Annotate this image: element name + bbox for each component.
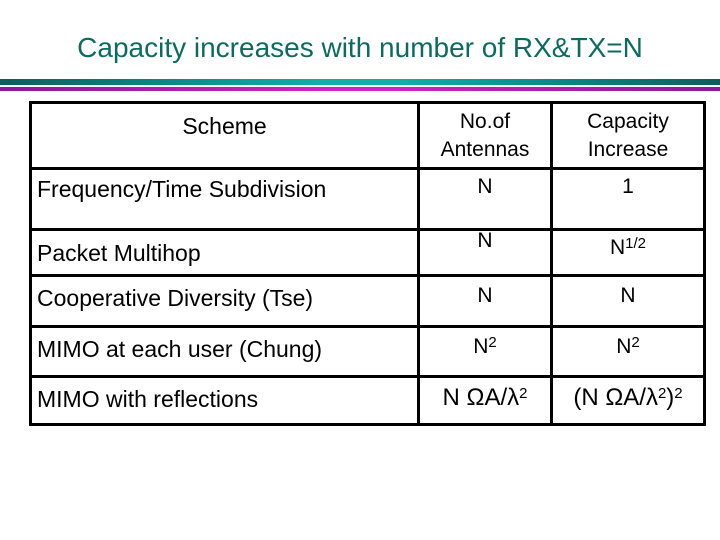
slide-title: Capacity increases with number of RX&TX=…	[77, 32, 643, 63]
capacity-exponent: 2	[631, 334, 640, 351]
table-row-scheme: MIMO at each user (Chung)	[37, 336, 323, 362]
table-row-scheme: Frequency/Time Subdivision	[37, 176, 327, 202]
table-row-antennas: N2	[420, 333, 550, 361]
table-row-scheme: Cooperative Diversity (Tse)	[37, 285, 314, 311]
table-row-antennas: N ΩA/λ2	[420, 384, 550, 412]
title-divider-magenta	[0, 87, 720, 91]
table-row-scheme: Packet Multihop	[37, 240, 201, 266]
antennas-base: N	[473, 335, 489, 358]
capacity-base: (N ΩA/λ	[573, 384, 658, 411]
table-row-capacity: N2	[553, 333, 703, 361]
capacity-base: N	[616, 335, 632, 358]
header-antennas-line2: Antennas	[440, 138, 530, 161]
header-capacity-line2: Increase	[587, 138, 669, 161]
antennas-exponent: 2	[519, 385, 528, 402]
row-divider	[32, 228, 703, 231]
row-divider	[32, 325, 703, 328]
row-divider	[32, 375, 703, 378]
table-row-antennas: N	[477, 175, 493, 198]
table-row-capacity: N1/2	[553, 234, 703, 262]
capacity-table: Scheme No.of Antennas Capacity Increase …	[29, 101, 706, 426]
header-antennas: No.of Antennas	[420, 108, 550, 164]
title-divider-teal	[0, 79, 720, 85]
header-capacity: Capacity Increase	[553, 108, 703, 164]
table-row-capacity: 1	[622, 175, 634, 198]
antennas-exponent: 2	[488, 334, 497, 351]
row-divider	[32, 274, 703, 277]
header-scheme: Scheme	[182, 113, 267, 139]
row-divider	[32, 167, 703, 170]
header-antennas-line1: No.of	[459, 110, 511, 133]
capacity-suffix-exponent: 2	[674, 385, 683, 402]
table-row-antennas: N	[477, 284, 493, 307]
table-row-antennas: N	[477, 229, 493, 252]
header-capacity-line1: Capacity	[587, 110, 669, 133]
table-row-scheme: MIMO with reflections	[37, 386, 259, 412]
capacity-exponent: 2	[657, 385, 667, 402]
antennas-base: N ΩA/λ	[442, 384, 520, 411]
table-row-capacity: N	[620, 284, 636, 307]
table-row-capacity: (N ΩA/λ2)2	[553, 384, 703, 412]
capacity-exponent: 1/2	[625, 235, 647, 252]
capacity-base: N	[609, 236, 626, 259]
